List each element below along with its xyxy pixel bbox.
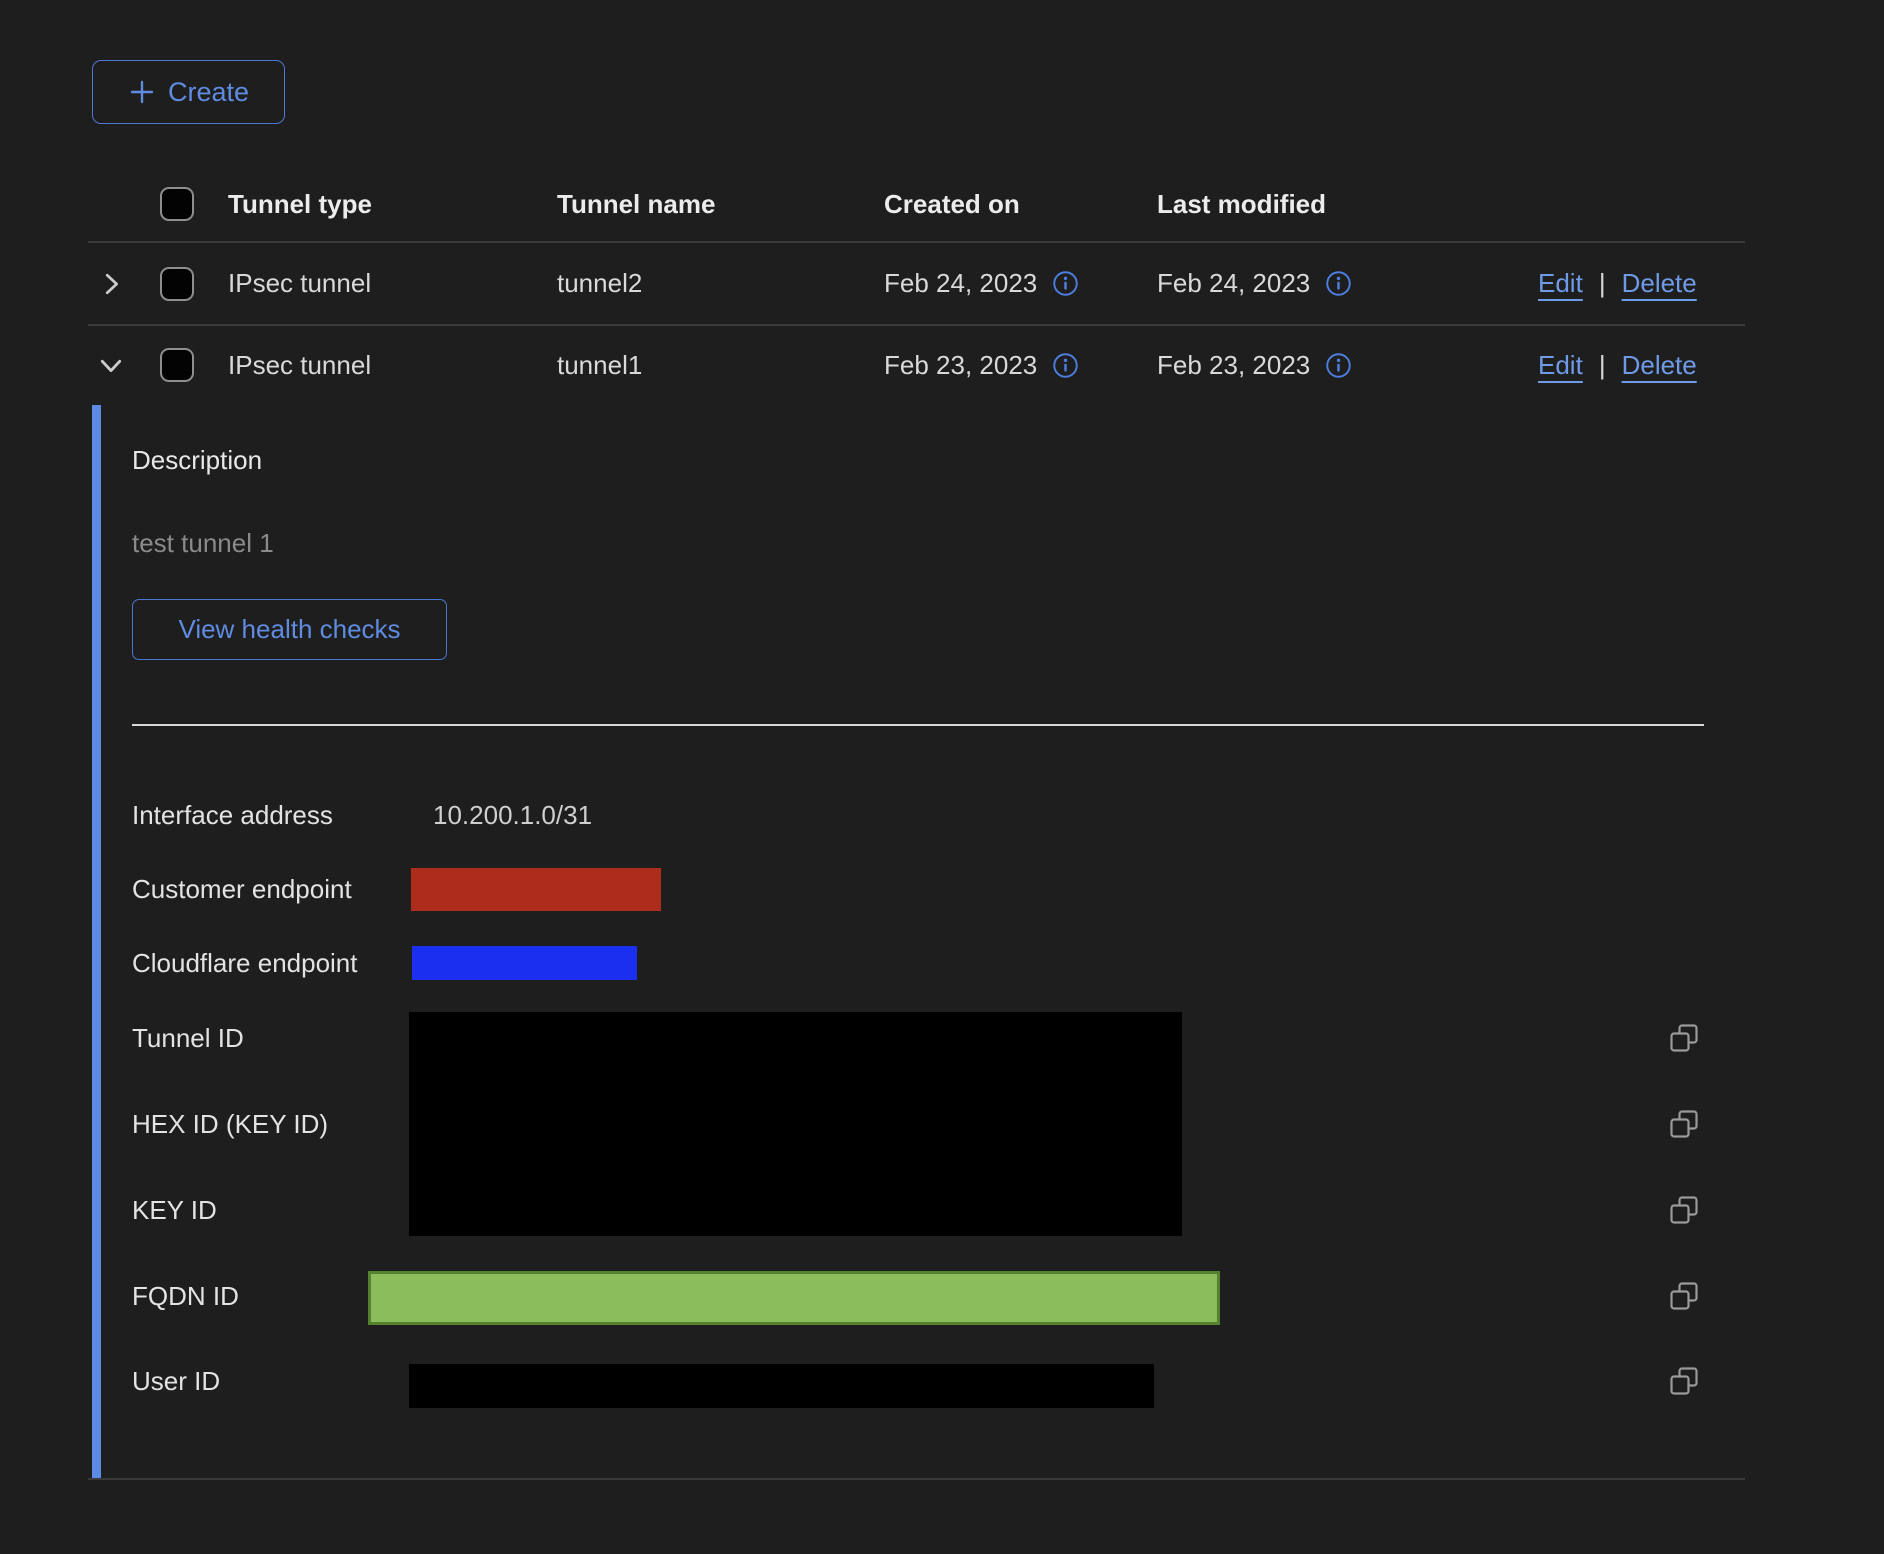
field-value-interface-address: 10.200.1.0/31 xyxy=(433,795,592,835)
field-label-fqdn-id: FQDN ID xyxy=(132,1276,239,1316)
fqdn-id-redacted-value xyxy=(368,1271,1220,1325)
info-icon[interactable] xyxy=(1052,352,1079,379)
cloudflare-endpoint-redacted-value xyxy=(412,946,637,980)
field-label-cloudflare-endpoint: Cloudflare endpoint xyxy=(132,943,358,983)
edit-link[interactable]: Edit xyxy=(1538,350,1583,381)
select-all-checkbox[interactable] xyxy=(160,187,194,221)
header-created-on: Created on xyxy=(884,166,1020,242)
info-icon[interactable] xyxy=(1325,270,1352,297)
field-label-interface-address: Interface address xyxy=(132,795,333,835)
chevron-right-icon[interactable] xyxy=(96,269,126,299)
tunnel-name-cell: tunnel1 xyxy=(557,325,642,405)
copy-icon[interactable] xyxy=(1670,1282,1698,1310)
copy-icon[interactable] xyxy=(1670,1367,1698,1395)
tunnel-type-cell: IPsec tunnel xyxy=(228,242,371,325)
action-separator: | xyxy=(1599,350,1606,381)
panel-divider xyxy=(132,724,1704,726)
header-last-modified: Last modified xyxy=(1157,166,1326,242)
info-icon[interactable] xyxy=(1325,352,1352,379)
last-modified-cell: Feb 24, 2023 xyxy=(1157,268,1310,299)
create-button[interactable]: Create xyxy=(92,60,285,124)
tunnel-type-cell: IPsec tunnel xyxy=(228,325,371,405)
info-icon[interactable] xyxy=(1052,270,1079,297)
field-label-key-id: KEY ID xyxy=(132,1190,217,1230)
description-value: test tunnel 1 xyxy=(132,523,274,563)
table-bottom-divider xyxy=(88,1478,1745,1480)
delete-link[interactable]: Delete xyxy=(1622,268,1697,299)
field-label-tunnel-id: Tunnel ID xyxy=(132,1018,244,1058)
header-tunnel-name: Tunnel name xyxy=(557,166,715,242)
expanded-row-panel: Description test tunnel 1 View health ch… xyxy=(92,405,1749,1479)
description-label: Description xyxy=(132,440,262,480)
row-checkbox[interactable] xyxy=(160,348,194,382)
action-separator: | xyxy=(1599,268,1606,299)
customer-endpoint-redacted-value xyxy=(411,868,661,911)
row-checkbox[interactable] xyxy=(160,267,194,301)
create-button-label: Create xyxy=(168,77,249,108)
field-label-customer-endpoint: Customer endpoint xyxy=(132,869,352,909)
last-modified-cell: Feb 23, 2023 xyxy=(1157,350,1310,381)
table-row: IPsec tunnel tunnel1 Feb 23, 2023 Feb 23… xyxy=(88,325,1745,405)
view-health-checks-label: View health checks xyxy=(178,614,400,645)
view-health-checks-button[interactable]: View health checks xyxy=(132,599,447,660)
table-row: IPsec tunnel tunnel2 Feb 24, 2023 Feb 24… xyxy=(88,242,1745,325)
created-on-cell: Feb 23, 2023 xyxy=(884,350,1037,381)
tunnels-page: Create Tunnel type Tunnel name Created o… xyxy=(0,0,1884,1554)
chevron-down-icon[interactable] xyxy=(96,350,126,380)
field-label-hex-id: HEX ID (KEY ID) xyxy=(132,1104,328,1144)
tunnel-name-cell: tunnel2 xyxy=(557,242,642,325)
expanded-accent-bar xyxy=(92,405,101,1479)
field-label-user-id: User ID xyxy=(132,1361,220,1401)
created-on-cell: Feb 24, 2023 xyxy=(884,268,1037,299)
user-id-redacted-value xyxy=(409,1364,1154,1408)
copy-icon[interactable] xyxy=(1670,1110,1698,1138)
header-tunnel-type: Tunnel type xyxy=(228,166,372,242)
edit-link[interactable]: Edit xyxy=(1538,268,1583,299)
ids-redacted-block xyxy=(409,1012,1182,1236)
copy-icon[interactable] xyxy=(1670,1024,1698,1052)
delete-link[interactable]: Delete xyxy=(1622,350,1697,381)
plus-icon xyxy=(128,78,156,106)
copy-icon[interactable] xyxy=(1670,1196,1698,1224)
table-header-row: Tunnel type Tunnel name Created on Last … xyxy=(88,166,1745,242)
